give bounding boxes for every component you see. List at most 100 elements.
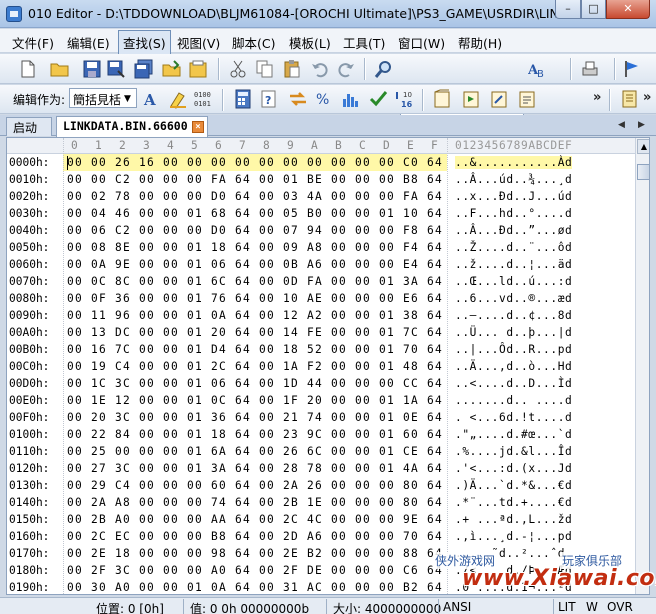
menu-view[interactable]: 视图(V) [177,33,220,52]
hex-row[interactable]: 0050h: 00 08 8E 00 00 01 18 64 00 09 A8 0… [7,239,635,256]
row-hex-bytes[interactable]: 00 16 7C 00 00 01 D4 64 00 18 52 00 00 0… [67,343,443,356]
new-file-icon[interactable] [18,59,38,79]
replace-icon[interactable]: AB [528,59,548,79]
template-results-icon[interactable] [517,89,537,109]
highlight-icon[interactable] [168,89,188,109]
status-endian[interactable]: LIT [558,600,576,614]
row-ascii[interactable]: ..Â...Ðd..”...ød [455,224,572,237]
copy-icon[interactable] [255,59,275,79]
font-icon[interactable]: A [143,89,163,109]
import-icon[interactable] [162,59,182,79]
open-folder-icon[interactable] [50,59,70,79]
hex-row[interactable]: 0150h: 00 2B A0 00 00 00 AA 64 00 2C 4C 0… [7,511,635,528]
hex-row[interactable]: 00C0h: 00 19 C4 00 00 01 2C 64 00 1A F2 0… [7,358,635,375]
menu-search[interactable]: 查找(S) [118,30,171,55]
row-hex-bytes[interactable]: 00 08 8E 00 00 01 18 64 00 09 A8 00 00 0… [67,241,443,254]
row-hex-bytes[interactable]: 00 19 C4 00 00 01 2C 64 00 1A F2 00 00 0… [67,360,443,373]
hex-editor[interactable]: 0123456789ABCDEF 0123456789ABCDEF 0000h:… [6,137,650,595]
open-project-icon[interactable] [188,59,208,79]
calculator-icon[interactable] [233,89,253,109]
row-hex-bytes[interactable]: 00 0F 36 00 00 01 76 64 00 10 AE 00 00 0… [67,292,443,305]
row-hex-bytes[interactable]: 00 2C EC 00 00 00 B8 64 00 2D A6 00 00 0… [67,530,443,543]
menu-template[interactable]: 模板(L) [289,33,331,52]
row-hex-bytes[interactable]: 00 1E 12 00 00 01 0C 64 00 1F 20 00 00 0… [67,394,443,407]
hex-row[interactable]: 0090h: 00 11 96 00 00 01 0A 64 00 12 A2 0… [7,307,635,324]
row-hex-bytes[interactable]: 00 00 C2 00 00 00 FA 64 00 01 BE 00 00 0… [67,173,443,186]
row-hex-bytes[interactable]: 00 13 DC 00 00 01 20 64 00 14 FE 00 00 0… [67,326,443,339]
menu-window[interactable]: 窗口(W) [398,33,445,52]
hex-row[interactable]: 00B0h: 00 16 7C 00 00 01 D4 64 00 18 52 0… [7,341,635,358]
row-hex-bytes[interactable]: 00 25 00 00 00 01 6A 64 00 26 6C 00 00 0… [67,445,443,458]
scroll-up-icon[interactable]: ▲ [637,139,649,154]
print-icon[interactable] [580,59,600,79]
template-icon[interactable] [432,89,452,109]
hex-row[interactable]: 00A0h: 00 13 DC 00 00 01 20 64 00 14 FE 0… [7,324,635,341]
row-ascii[interactable]: .,ì...¸d.-¦...pd [455,530,572,543]
close-button[interactable]: ✕ [606,0,650,19]
scroll-icon[interactable] [620,89,640,109]
hex-row[interactable]: 0120h: 00 27 3C 00 00 01 3A 64 00 28 78 0… [7,460,635,477]
menu-help[interactable]: 帮助(H) [458,33,502,52]
row-hex-bytes[interactable]: 00 1C 3C 00 00 01 06 64 00 1D 44 00 00 0… [67,377,443,390]
row-hex-bytes[interactable]: 00 00 26 16 00 00 00 00 00 00 00 00 00 0… [67,156,443,169]
minimize-button[interactable]: – [555,0,581,19]
status-encoding[interactable]: ANSI [443,600,471,614]
histogram-icon[interactable] [341,89,361,109]
hex-convert-icon[interactable]: 1016 [395,89,415,109]
row-ascii[interactable]: . <...6d.!t....d [455,411,572,424]
template-run-icon[interactable] [461,89,481,109]
hex-row[interactable]: 0070h: 00 0C 8C 00 00 01 6C 64 00 0D FA 0… [7,273,635,290]
row-ascii[interactable]: ..6...vd..®...æd [455,292,572,305]
cut-icon[interactable] [228,59,248,79]
binary-view-icon[interactable]: 01000101 [194,89,214,109]
compare-icon[interactable] [288,89,308,109]
row-ascii[interactable]: ..<....d..D...Ìd [455,377,572,390]
redo-icon[interactable] [336,59,356,79]
hex-row[interactable]: 0010h: 00 00 C2 00 00 00 FA 64 00 01 BE 0… [7,171,635,188]
tab-file[interactable]: LINKDATA.BIN.66600 × [56,116,208,137]
row-hex-bytes[interactable]: 00 2E 18 00 00 00 98 64 00 2E B2 00 00 0… [67,547,443,560]
maximize-button[interactable]: □ [581,0,606,19]
toolbar-overflow-icon[interactable]: » [643,90,651,105]
row-ascii[interactable]: ..x...Ðd..J...úd [455,190,572,203]
row-ascii[interactable]: .'<...:d.(x...Jd [455,462,572,475]
row-hex-bytes[interactable]: 00 06 C2 00 00 00 D0 64 00 07 94 00 00 0… [67,224,443,237]
hex-row[interactable]: 0170h: 00 2E 18 00 00 00 98 64 00 2E B2 0… [7,545,635,562]
status-overwrite[interactable]: OVR [607,600,633,614]
row-hex-bytes[interactable]: 00 2B A0 00 00 00 AA 64 00 2C 4C 00 00 0… [67,513,443,526]
bookmark-icon[interactable] [622,59,642,79]
row-ascii[interactable]: .*¨...td.+....€d [455,496,572,509]
row-hex-bytes[interactable]: 00 0A 9E 00 00 01 06 64 00 0B A6 00 00 0… [67,258,443,271]
row-ascii[interactable]: ."„....d.#œ...`d [455,428,572,441]
row-ascii[interactable]: ..Ž....d..¨...ôd [455,241,572,254]
row-ascii[interactable]: .)Ä...`d.*&...€d [455,479,572,492]
undo-icon[interactable] [310,59,330,79]
row-ascii[interactable]: .%....jd.&l...Îd [455,445,572,458]
menu-file[interactable]: 文件(F) [12,33,54,52]
run-script-icon[interactable] [369,89,389,109]
vertical-scrollbar[interactable]: ▲ [635,138,649,594]
menu-tools[interactable]: 工具(T) [343,33,385,52]
tab-startup[interactable]: 启动 [6,117,52,136]
row-hex-bytes[interactable]: 00 11 96 00 00 01 0A 64 00 12 A2 00 00 0… [67,309,443,322]
scroll-thumb[interactable] [637,164,649,180]
row-hex-bytes[interactable]: 00 30 A0 00 00 01 0A 64 00 31 AC 00 00 0… [67,581,443,594]
hex-row[interactable]: 00E0h: 00 1E 12 00 00 01 0C 64 00 1F 20 0… [7,392,635,409]
find-icon[interactable] [374,59,394,79]
row-ascii[interactable]: ..Â...úd..¾...¸d [455,173,572,186]
hex-row[interactable]: 0160h: 00 2C EC 00 00 00 B8 64 00 2D A6 0… [7,528,635,545]
row-hex-bytes[interactable]: 00 2A A8 00 00 00 74 64 00 2B 1E 00 00 0… [67,496,443,509]
hex-row[interactable]: 0080h: 00 0F 36 00 00 01 76 64 00 10 AE 0… [7,290,635,307]
hex-row[interactable]: 0110h: 00 25 00 00 00 01 6A 64 00 26 6C 0… [7,443,635,460]
row-ascii[interactable]: ..F...hd..°....d [455,207,572,220]
hex-row[interactable]: 0030h: 00 04 46 00 00 01 68 64 00 05 B0 0… [7,205,635,222]
hex-row[interactable]: 00F0h: 00 20 3C 00 00 01 36 64 00 21 74 0… [7,409,635,426]
row-hex-bytes[interactable]: 00 02 78 00 00 00 D0 64 00 03 4A 00 00 0… [67,190,443,203]
hex-row[interactable]: 0130h: 00 29 C4 00 00 00 60 64 00 2A 26 0… [7,477,635,494]
hex-row[interactable]: 0000h: 00 00 26 16 00 00 00 00 00 00 00 0… [7,154,635,171]
row-ascii[interactable]: .......d.. ....d [455,394,572,407]
paste-icon[interactable] [282,59,302,79]
inspector-icon[interactable]: ? [260,89,280,109]
chevron-down-icon[interactable]: ▼ [124,94,131,104]
tab-scroll-right-icon[interactable]: ▶ [638,120,645,130]
